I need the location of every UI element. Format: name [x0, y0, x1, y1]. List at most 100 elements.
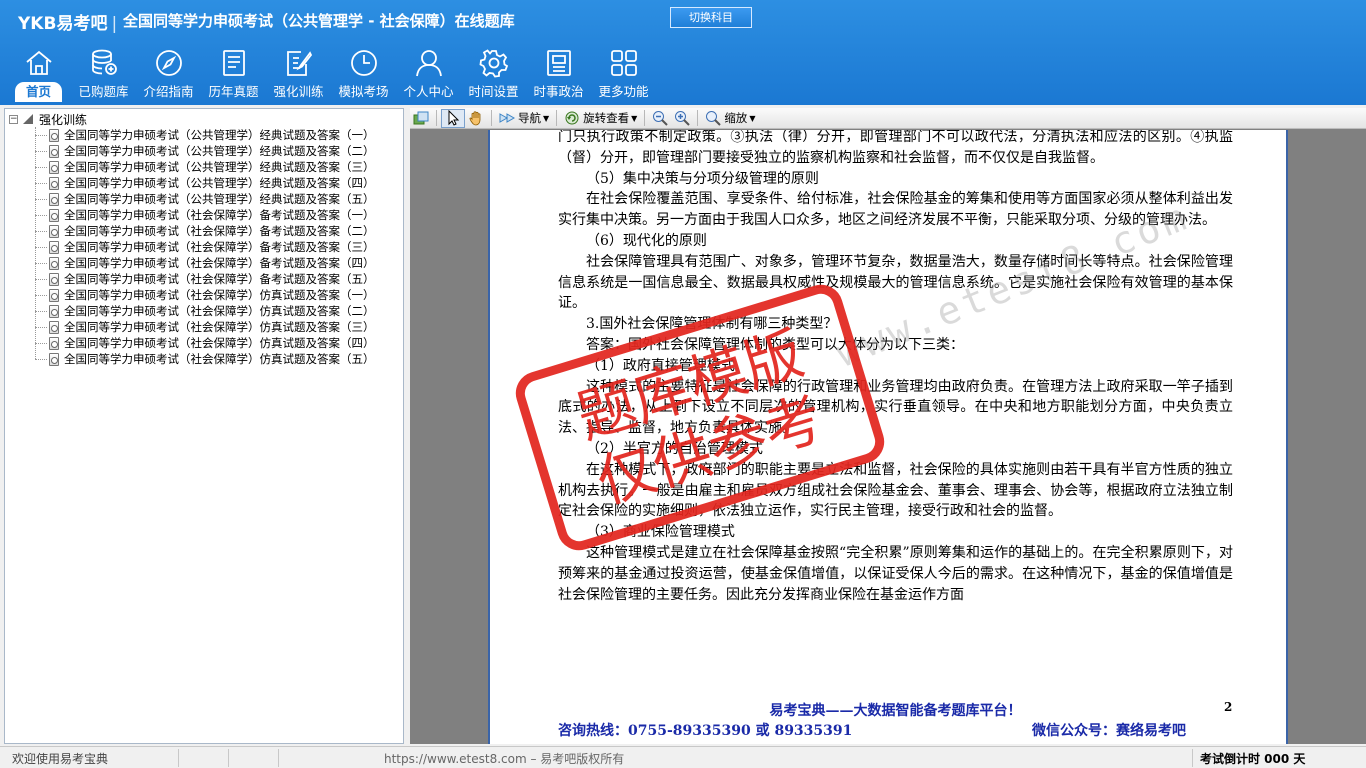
nav-label: 时间设置 [468, 84, 519, 99]
tree-item[interactable]: 全国同等学力申硕考试（公共管理学）经典试题及答案（三） [35, 159, 375, 175]
caret-down-icon: ▼ [749, 113, 756, 123]
zoom-in-icon [675, 111, 691, 126]
tree-item[interactable]: 全国同等学力申硕考试（社会保障学）仿真试题及答案（一） [35, 287, 375, 303]
document-icon [49, 240, 59, 254]
rotate-icon [565, 111, 579, 125]
tree-item[interactable]: 全国同等学力申硕考试（社会保障学）备考试题及答案（二） [35, 223, 375, 239]
nav-label: 首页 [14, 82, 62, 102]
caret-down-icon: ▼ [543, 113, 550, 123]
clock-icon [350, 50, 377, 76]
toolbar-separator [644, 110, 646, 126]
nav-more[interactable]: 更多功能 [591, 48, 656, 104]
nav-purchased[interactable]: 已购题库 [71, 48, 136, 104]
tree-panel: − 强化训练 全国同等学力申硕考试（公共管理学）经典试题及答案（一） 全国同等学力… [4, 108, 404, 744]
thumbnail-icon [413, 111, 429, 125]
collapse-icon[interactable]: − [9, 114, 18, 124]
tree-item-label: 全国同等学力申硕考试（社会保障学）仿真试题及答案（三） [64, 320, 375, 334]
switch-subject-button[interactable]: 切换科目 [670, 7, 752, 28]
toolbar-separator [491, 110, 492, 126]
tree-item[interactable]: 全国同等学力申硕考试（社会保障学）仿真试题及答案（五） [35, 351, 375, 367]
tree-item-label: 全国同等学力申硕考试（公共管理学）经典试题及答案（三） [64, 160, 375, 174]
tree-item-label: 全国同等学力申硕考试（社会保障学）备考试题及答案（二） [64, 224, 375, 238]
hand-icon [469, 111, 481, 126]
toolbar-separator [436, 110, 437, 126]
tree-item[interactable]: 全国同等学力申硕考试（公共管理学）经典试题及答案（四） [35, 175, 375, 191]
tree-item-label: 全国同等学力申硕考试（公共管理学）经典试题及答案（二） [64, 144, 375, 158]
tree-connector [35, 310, 47, 312]
nav-personal[interactable]: 个人中心 [396, 48, 461, 104]
tree-connector [35, 342, 47, 344]
tree-item[interactable]: 全国同等学力申硕考试（公共管理学）经典试题及答案（一） [35, 127, 375, 143]
tree-item[interactable]: 全国同等学力申硕考试（社会保障学）仿真试题及答案（二） [35, 303, 375, 319]
document-icon [49, 144, 59, 158]
tree-item-label: 全国同等学力申硕考试（公共管理学）经典试题及答案（五） [64, 192, 375, 206]
tree-connector [35, 278, 47, 280]
nav-guide[interactable]: 介绍指南 [136, 48, 201, 104]
document-icon [49, 336, 59, 350]
nav-current-affairs[interactable]: 时事政治 [526, 48, 591, 104]
tree-item[interactable]: 全国同等学力申硕考试（社会保障学）备考试题及答案（四） [35, 255, 375, 271]
status-separator [228, 749, 229, 767]
nav-time-settings[interactable]: 时间设置 [461, 48, 526, 104]
status-copyright: https://www.etest8.com – 易考吧版权所有 [384, 752, 625, 766]
viewer-margin [1288, 130, 1366, 744]
footer-slogan: 易考宝典——大数据智能备考题库平台！ [769, 703, 1022, 719]
folder-icon [23, 114, 33, 124]
app-logo: YKB易考吧 | [18, 14, 118, 34]
magnifier-icon [706, 111, 722, 126]
status-separator [1192, 749, 1193, 767]
tree-item[interactable]: 全国同等学力申硕考试（公共管理学）经典试题及答案（五） [35, 191, 375, 207]
document-page[interactable]: 门只执行政策不制定政策。③执法（律）分开，即管理部门不可以政代法，分清执法和应法… [488, 130, 1288, 744]
tree-item-label: 全国同等学力申硕考试（社会保障学）仿真试题及答案（二） [64, 304, 375, 318]
nav-past-exams[interactable]: 历年真题 [201, 48, 266, 104]
rotate-view-dropdown[interactable]: 旋转查看 ▼ [561, 109, 640, 128]
tree-item[interactable]: 全国同等学力申硕考试（社会保障学）仿真试题及答案（三） [35, 319, 375, 335]
tree-connector [35, 294, 47, 296]
navigation-dropdown[interactable]: 导航 ▼ [496, 109, 552, 128]
zoom-in-button[interactable] [671, 109, 693, 128]
tree-item[interactable]: 全国同等学力申硕考试（社会保障学）备考试题及答案（五） [35, 271, 375, 287]
tree-item[interactable]: 全国同等学力申硕考试（社会保障学）仿真试题及答案（四） [35, 335, 375, 351]
tree-item[interactable]: 全国同等学力申硕考试（公共管理学）经典试题及答案（二） [35, 143, 375, 159]
tree-item[interactable]: 全国同等学力申硕考试（社会保障学）备考试题及答案（一） [35, 207, 375, 223]
gear-icon [479, 49, 508, 78]
status-bar: 欢迎使用易考宝典 https://www.etest8.com – 易考吧版权所… [0, 746, 1366, 768]
zoom-dropdown[interactable]: 缩放 ▼ [702, 109, 758, 128]
select-tool-button[interactable] [441, 108, 465, 128]
exam-countdown: 考试倒计时 000 天 [1200, 752, 1306, 766]
zoom-out-button[interactable] [649, 109, 671, 128]
document-paragraph: （5）集中决策与分项分级管理的原则 [586, 170, 819, 187]
nav-label: 介绍指南 [143, 84, 194, 99]
document-icon [49, 192, 59, 206]
toolbar-separator [697, 110, 699, 126]
app-header: YKB易考吧 | 全国同等学力申硕考试（公共管理学 - 社会保障）在线题库 切换科… [0, 0, 1366, 105]
tree-item[interactable]: 全国同等学力申硕考试（社会保障学）备考试题及答案（三） [35, 239, 375, 255]
thumbnail-button[interactable] [410, 109, 432, 128]
document-icon [49, 160, 59, 174]
nav-intensive[interactable]: 强化训练 [266, 48, 331, 104]
tree-connector [35, 326, 47, 328]
document-icon [49, 128, 59, 142]
tree-connector [35, 182, 47, 184]
status-welcome: 欢迎使用易考宝典 [12, 752, 109, 766]
nav-mock-exam[interactable]: 模拟考场 [331, 48, 396, 104]
nav-label: 个人中心 [403, 84, 454, 99]
document-icon [49, 352, 59, 366]
tree-connector [35, 358, 47, 360]
nav-home[interactable]: 首页 [6, 48, 71, 104]
tree-item-label: 全国同等学力申硕考试（社会保障学）备考试题及答案（五） [64, 272, 375, 286]
tree-item-label: 全国同等学力申硕考试（社会保障学）仿真试题及答案（一） [64, 288, 375, 302]
navigation-icon [499, 113, 515, 123]
database-icon [91, 49, 117, 75]
document-icon [49, 304, 59, 318]
tree-root[interactable]: − 强化训练 [9, 111, 87, 127]
tree-item-label: 全国同等学力申硕考试（社会保障学）仿真试题及答案（五） [64, 352, 375, 366]
tree-connector [35, 150, 47, 152]
document-viewer: 导航 ▼ 旋转查看 ▼ 缩放 ▼ 门只执行政策不制定政策。③执法（律）分开，即管理部门… [410, 108, 1366, 744]
zoom-label: 缩放 [724, 111, 748, 125]
tree-item-label: 全国同等学力申硕考试（社会保障学）备考试题及答案（一） [64, 208, 375, 222]
hand-tool-button[interactable] [465, 109, 487, 128]
tree-connector [35, 134, 47, 136]
viewer-toolbar: 导航 ▼ 旋转查看 ▼ 缩放 ▼ [410, 108, 1366, 129]
tree-item-label: 全国同等学力申硕考试（公共管理学）经典试题及答案（一） [64, 128, 375, 142]
